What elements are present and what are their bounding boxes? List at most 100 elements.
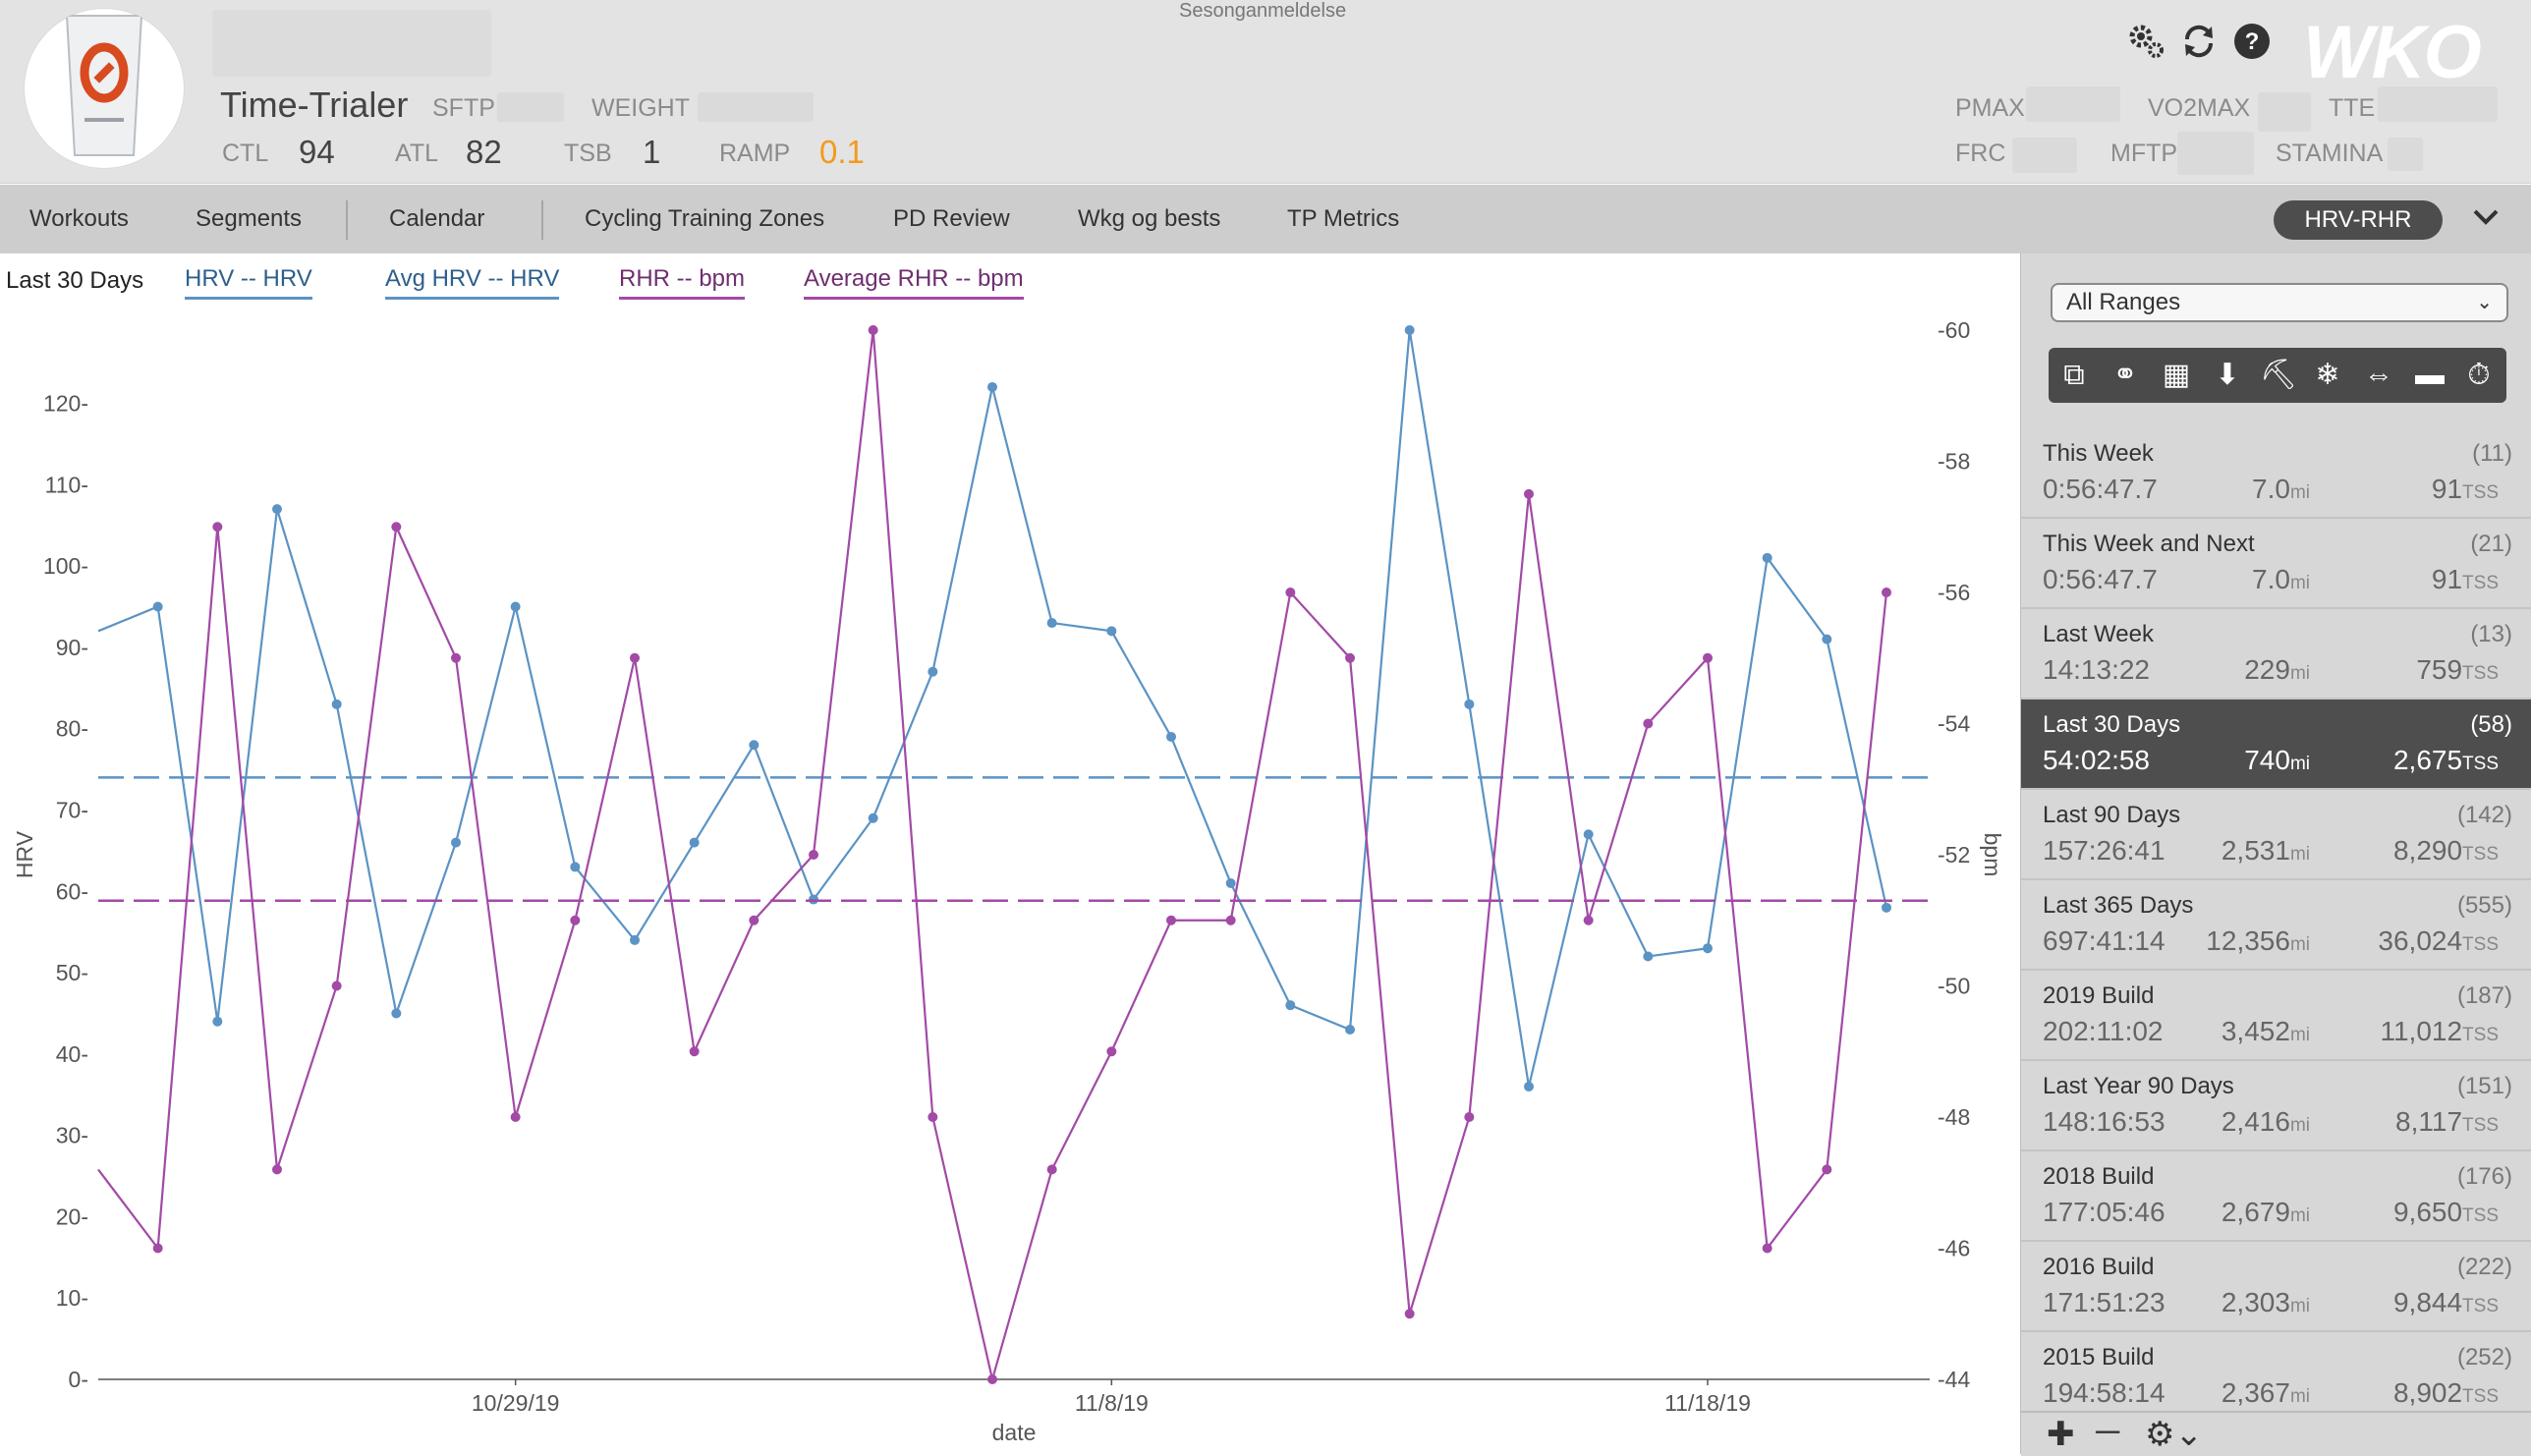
range-distance: 2,303mi <box>2222 1287 2310 1318</box>
gear-icon[interactable] <box>2124 20 2167 63</box>
data-point-hrv <box>331 699 342 709</box>
range-name: Last 30 Days <box>2043 711 2181 738</box>
range-time: 194:58:14 <box>2043 1377 2165 1408</box>
distance-unit: mi <box>2289 844 2310 865</box>
stopwatch-icon[interactable]: ⏱ <box>2459 356 2499 395</box>
distance-unit: mi <box>2289 663 2310 684</box>
shoe-icon[interactable]: ⛏ <box>2259 356 2298 395</box>
dumbbell-icon[interactable]: ⇔ <box>2359 356 2398 395</box>
range-item[interactable]: 2015 Build (252) 194:58:14 2,367mi 8,902TSS <box>2021 1332 2531 1423</box>
range-item[interactable]: 2016 Build (222) 171:51:23 2,303mi 9,844TSS <box>2021 1242 2531 1332</box>
x-tick-label: 10/29/19 <box>472 1390 560 1416</box>
copy-icon[interactable]: ⧉ <box>2054 356 2094 395</box>
data-point-rhr <box>1882 588 1891 597</box>
range-filter-select[interactable]: All Ranges ⌄ <box>2051 283 2508 322</box>
range-time: 0:56:47.7 <box>2043 474 2158 504</box>
y-left-tick-label: 60- <box>56 878 88 904</box>
range-name: This Week <box>2043 440 2154 467</box>
y-left-tick-label: 100- <box>43 553 88 579</box>
y-left-axis-label: HRV <box>12 830 37 878</box>
tss-unit: TSS <box>2462 1025 2499 1045</box>
snowflake-icon[interactable]: ❄ <box>2308 356 2347 395</box>
range-item[interactable]: 2018 Build (176) 177:05:46 2,679mi 9,650TSS <box>2021 1151 2531 1242</box>
range-distance-value: 3,452 <box>2221 1016 2290 1046</box>
range-filter-value: All Ranges <box>2066 289 2181 315</box>
range-item[interactable]: This Week and Next (21) 0:56:47.7 7.0mi 91TS… <box>2021 519 2531 609</box>
chevron-down-icon: ⌄ <box>2476 292 2493 313</box>
data-point-rhr <box>331 980 342 991</box>
tab-pd-review[interactable]: PD Review <box>893 185 1010 253</box>
range-item[interactable]: Last Year 90 Days (151) 148:16:53 2,416mi 8,… <box>2021 1061 2531 1151</box>
nav-divider <box>541 200 543 240</box>
chart-selector-pill[interactable]: HRV-RHR <box>2274 200 2443 240</box>
data-point-hrv <box>1166 731 1176 742</box>
swim-icon[interactable]: ▦ <box>2157 356 2196 395</box>
avatar[interactable] <box>24 8 185 169</box>
tab-calendar[interactable]: Calendar <box>389 185 484 253</box>
range-tss-value: 9,844 <box>2392 1287 2463 1317</box>
data-point-rhr <box>868 325 878 335</box>
bike-icon[interactable]: ⚭ <box>2106 356 2145 395</box>
refresh-icon[interactable] <box>2177 20 2221 63</box>
data-point-hrv <box>987 381 997 392</box>
distance-unit: mi <box>2289 573 2310 593</box>
range-count: (555) <box>2456 892 2512 919</box>
ctl-value: 94 <box>299 134 335 170</box>
range-count: (222) <box>2456 1254 2512 1280</box>
range-time: 157:26:41 <box>2043 835 2165 866</box>
tab-cycling-training-zones[interactable]: Cycling Training Zones <box>585 185 824 253</box>
range-item[interactable]: This Week (11) 0:56:47.7 7.0mi 91TSS <box>2021 428 2531 519</box>
range-tss: 759TSS <box>2416 654 2499 686</box>
tss-unit: TSS <box>2462 754 2499 774</box>
range-tss: 8,290TSS <box>2393 835 2499 867</box>
mftp-label: MFTP <box>2110 140 2178 167</box>
run-shoe-icon[interactable]: ⬇ <box>2208 356 2247 395</box>
range-tss: 91TSS <box>2432 474 2499 505</box>
tab-wkg-og-bests[interactable]: Wkg og bests <box>1078 185 1220 253</box>
main-nav: Workouts Segments Calendar Cycling Train… <box>0 185 2531 254</box>
range-distance-value: 2,679 <box>2221 1197 2290 1227</box>
range-tss-value: 91 <box>2431 564 2463 594</box>
sidebar: All Ranges ⌄ ⧉ ⚭ ▦ ⬇ ⛏ ❄ ⇔ ▬ ⏱ This Week… <box>2020 253 2531 1456</box>
data-point-rhr <box>1225 915 1236 925</box>
y-right-tick-label: -48 <box>1938 1104 1970 1130</box>
y-right-tick-label: -44 <box>1938 1367 1970 1392</box>
range-tss: 9,844TSS <box>2393 1287 2499 1318</box>
data-point-hrv <box>570 862 581 872</box>
range-distance-value: 2,416 <box>2221 1106 2290 1137</box>
data-point-hrv <box>1404 325 1415 335</box>
range-item[interactable]: 2019 Build (187) 202:11:02 3,452mi 11,012TSS <box>2021 971 2531 1061</box>
data-point-hrv <box>1524 1081 1534 1092</box>
range-item[interactable]: Last 365 Days (555) 697:41:14 12,356mi 36,02… <box>2021 880 2531 971</box>
range-count: (187) <box>2456 982 2512 1009</box>
range-name: 2015 Build <box>2043 1344 2155 1371</box>
settings-icon[interactable]: ⚙⌄ <box>2145 1415 2203 1454</box>
atl-label: ATL <box>395 140 438 167</box>
range-tss-value: 8,117 <box>2395 1106 2463 1137</box>
sftp-label: SFTP <box>432 94 495 122</box>
season-label: Sesonganmeldelse <box>1179 0 1347 22</box>
distance-unit: mi <box>2289 1115 2310 1136</box>
range-item[interactable]: Last Week (13) 14:13:22 229mi 759TSS <box>2021 609 2531 700</box>
y-left-tick-label: 70- <box>56 797 88 822</box>
data-point-hrv <box>1464 699 1475 709</box>
redacted-stamina <box>2388 138 2423 171</box>
ramp-label: RAMP <box>719 140 791 167</box>
minus-icon[interactable]: ─ <box>2096 1413 2119 1451</box>
help-icon[interactable]: ? <box>2230 20 2274 63</box>
tab-tp-metrics[interactable]: TP Metrics <box>1287 185 1399 253</box>
data-point-rhr <box>1643 718 1654 729</box>
plus-icon[interactable]: ✚ <box>2047 1415 2075 1454</box>
range-time: 177:05:46 <box>2043 1197 2165 1227</box>
tab-segments[interactable]: Segments <box>196 185 302 253</box>
data-point-hrv <box>212 1016 223 1027</box>
rowing-icon[interactable]: ▬ <box>2410 356 2449 395</box>
range-item[interactable]: Last 90 Days (142) 157:26:41 2,531mi 8,290TS… <box>2021 790 2531 880</box>
tab-workouts[interactable]: Workouts <box>29 185 129 253</box>
data-point-rhr <box>1345 652 1355 663</box>
range-item[interactable]: Last 30 Days (58) 54:02:58 740mi 2,675TSS <box>2021 700 2531 790</box>
tss-unit: TSS <box>2462 934 2499 955</box>
range-distance: 7.0mi <box>2252 474 2310 505</box>
series-line-hrv <box>97 329 1888 1088</box>
chevron-down-icon[interactable] <box>2466 200 2505 240</box>
